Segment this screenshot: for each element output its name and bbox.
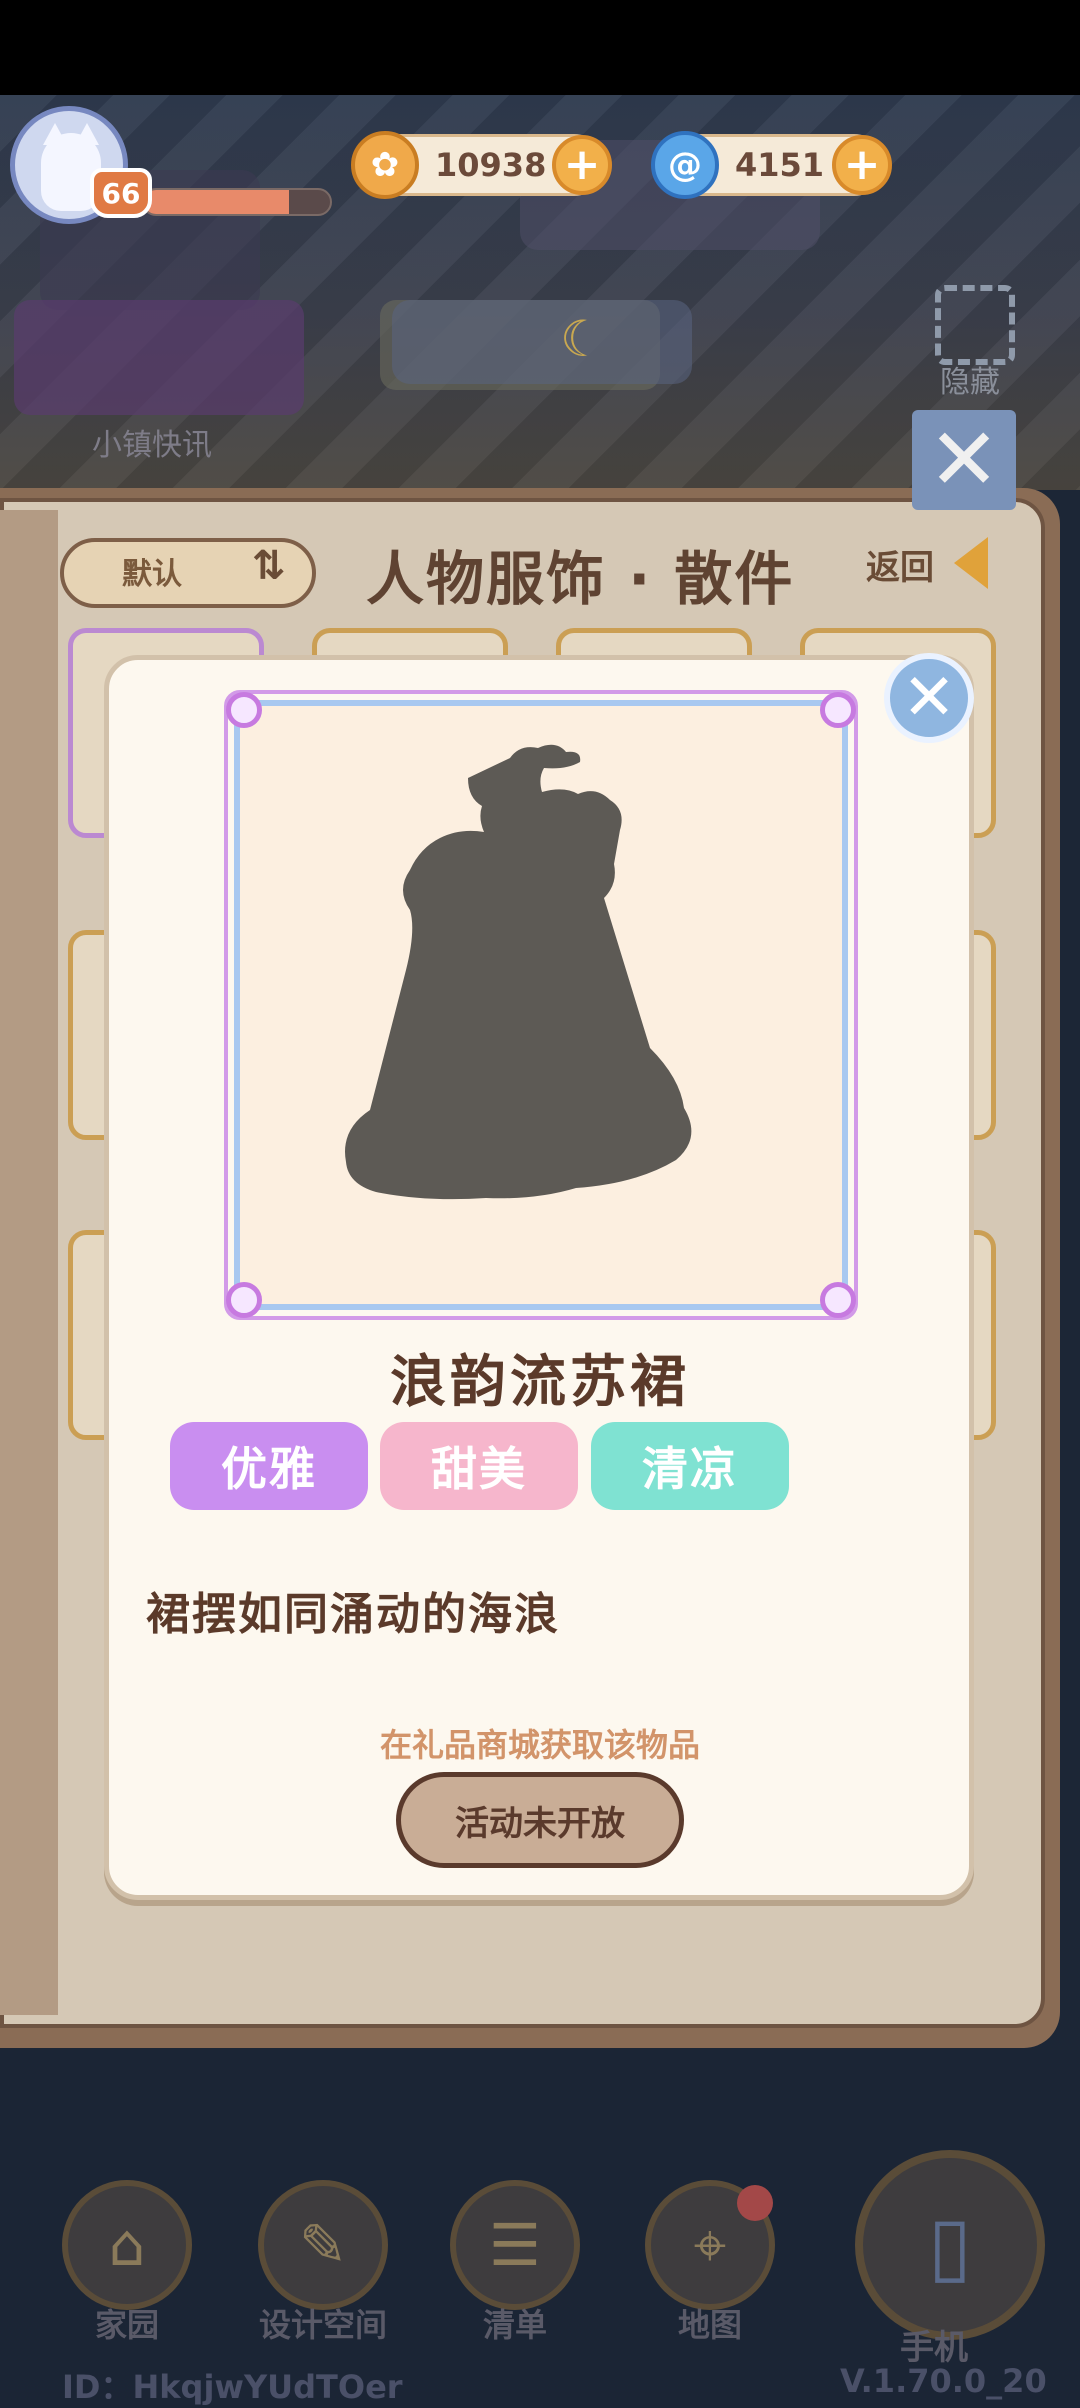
level-badge: 66	[90, 168, 152, 218]
coin-icon: ✿	[351, 131, 419, 199]
frame-corner-ornament	[820, 1282, 856, 1318]
notification-dot	[737, 2185, 773, 2221]
item-description: 裙摆如同涌动的海浪	[146, 1589, 560, 1640]
nav-label-map: 地图	[677, 2306, 742, 2344]
nav-label-home: 家园	[94, 2306, 159, 2344]
phone-icon[interactable]: ▯	[855, 2150, 1045, 2340]
town-news-button[interactable]	[14, 300, 304, 415]
coin-counter: ✿ 10938 +	[351, 131, 612, 199]
xp-progress-bar	[142, 188, 332, 216]
dress-silhouette-image	[345, 744, 692, 1200]
coin-value: 10938	[435, 146, 547, 184]
user-id: ID：HkqjwYUdTOer	[62, 2368, 403, 2406]
home-icon[interactable]: ⌂	[62, 2180, 192, 2310]
panel-title: 人物服饰 · 散件	[366, 545, 795, 613]
frame-corner-ornament	[820, 692, 856, 728]
hide-ui-label: 隐藏	[940, 365, 1000, 400]
day-night-banner	[392, 300, 692, 384]
wardrobe-panel-spine	[0, 510, 58, 2015]
frame-corner-ornament	[226, 1282, 262, 1318]
sort-label: 默认	[122, 557, 182, 592]
nav-label-design: 设计空间	[258, 2306, 387, 2344]
status-bar	[0, 0, 1080, 95]
town-news-label: 小镇快讯	[92, 428, 212, 463]
swirl-gem-icon: @	[651, 131, 719, 199]
version-label: V.1.70.0_20	[840, 2362, 1047, 2400]
list-icon[interactable]: ☰	[450, 2180, 580, 2310]
add-coins-button[interactable]: +	[552, 135, 612, 195]
style-tag-cool: 清凉	[591, 1422, 789, 1510]
back-button[interactable]: 返回	[866, 540, 934, 589]
frame-corner-ornament	[226, 692, 262, 728]
style-tag-sweet: 甜美	[380, 1422, 578, 1510]
gem-counter: @ 4151 +	[651, 131, 892, 199]
style-tag-elegant: 优雅	[170, 1422, 368, 1510]
event-not-open-button[interactable]: 活动未开放	[396, 1772, 684, 1868]
item-source-text: 在礼品商城获取该物品	[379, 1726, 700, 1764]
hide-ui-icon[interactable]	[935, 285, 1015, 365]
design-icon[interactable]: ✎	[258, 2180, 388, 2310]
gem-value: 4151	[735, 146, 825, 184]
sort-order-icon: ⇅	[252, 543, 286, 589]
moon-icon: ☾	[560, 310, 605, 368]
nav-label-list: 清单	[482, 2306, 547, 2344]
panel-close-button[interactable]: ✕	[912, 410, 1016, 510]
dress-shape	[345, 744, 692, 1200]
back-arrow-icon[interactable]	[954, 537, 988, 589]
add-gems-button[interactable]: +	[832, 135, 892, 195]
item-preview-frame	[224, 690, 858, 1320]
popup-close-button[interactable]: ✕	[884, 653, 974, 743]
xp-progress-fill	[144, 190, 290, 214]
item-name: 浪韵流苏裙	[390, 1350, 690, 1415]
